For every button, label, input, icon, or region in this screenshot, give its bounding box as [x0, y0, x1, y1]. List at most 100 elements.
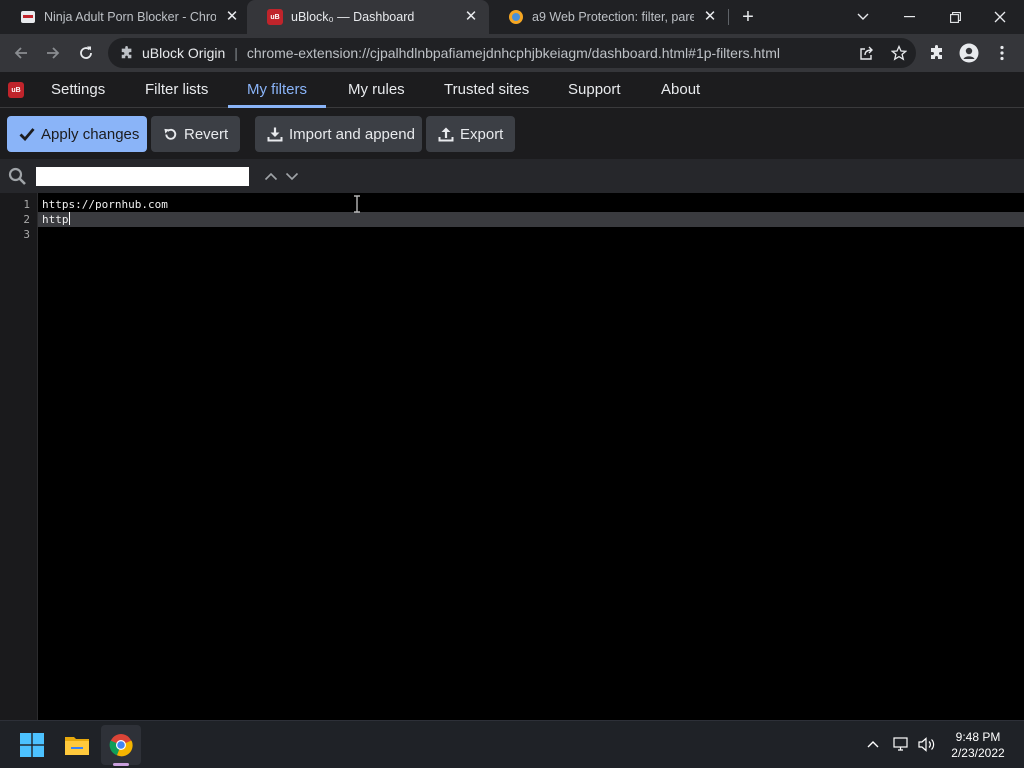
- revert-label: Revert: [184, 125, 229, 143]
- show-hidden-icons-button[interactable]: [863, 734, 883, 754]
- browser-menu-button[interactable]: [988, 39, 1016, 67]
- tab-a9-web-protection[interactable]: a9 Web Protection: filter, parenta ✕: [488, 0, 728, 34]
- restore-icon: [949, 11, 961, 23]
- editor-line-active[interactable]: http: [38, 212, 1024, 227]
- chevron-up-icon: [867, 741, 879, 748]
- omnibox-actions: [852, 38, 916, 68]
- apply-changes-label: Apply changes: [41, 125, 140, 143]
- star-icon: [891, 45, 907, 61]
- tab-filter-lists[interactable]: Filter lists: [126, 72, 227, 108]
- forward-button[interactable]: [39, 39, 67, 67]
- line-number-gutter: 1 2 3: [0, 193, 38, 720]
- extension-puzzle-icon: [931, 45, 942, 59]
- apply-changes-button[interactable]: Apply changes: [7, 116, 147, 152]
- line-number: 2: [23, 213, 30, 226]
- extensions-button[interactable]: [923, 39, 951, 67]
- chevron-down-icon: [857, 13, 869, 20]
- editor-line[interactable]: [38, 227, 1024, 242]
- minimize-icon: [903, 16, 915, 18]
- revert-button[interactable]: Revert: [151, 116, 240, 152]
- tab-ublock-dashboard[interactable]: uB uBlock₀ — Dashboard ✕: [247, 0, 489, 34]
- tab-settings[interactable]: Settings: [32, 72, 124, 108]
- site-name: uBlock Origin: [142, 45, 226, 61]
- share-button[interactable]: [852, 38, 882, 68]
- checkmark-icon: [19, 128, 35, 141]
- reload-icon: [80, 46, 92, 59]
- extension-puzzle-icon: [121, 46, 132, 59]
- ublock-favicon: uB: [267, 9, 283, 25]
- tab-close-icon[interactable]: ✕: [224, 9, 240, 25]
- windows-taskbar: 9:48 PM 2/23/2022: [0, 720, 1024, 768]
- profile-button[interactable]: [955, 39, 983, 67]
- tab-close-icon[interactable]: ✕: [463, 9, 479, 25]
- clock-time: 9:48 PM: [955, 730, 1001, 744]
- tab-support[interactable]: Support: [549, 72, 640, 108]
- export-label: Export: [460, 125, 504, 143]
- undo-icon: [164, 128, 177, 140]
- tab-title: Ninja Adult Porn Blocker - Chron: [44, 10, 216, 24]
- line-number: 3: [23, 228, 30, 241]
- filter-editor[interactable]: 1 2 3 https://pornhub.com http: [0, 193, 1024, 720]
- new-tab-button[interactable]: +: [737, 6, 759, 28]
- volume-tray-icon[interactable]: [917, 734, 937, 754]
- search-icon: [8, 167, 26, 185]
- tab-my-filters[interactable]: My filters: [228, 72, 326, 108]
- search-input[interactable]: [36, 167, 249, 186]
- editor-line[interactable]: https://pornhub.com: [38, 197, 1024, 212]
- ublock-logo: uB: [8, 82, 24, 98]
- search-next-button[interactable]: [283, 168, 301, 184]
- tab-title: uBlock₀ — Dashboard: [291, 10, 415, 24]
- file-explorer-button[interactable]: [57, 725, 97, 765]
- arrow-left-icon: [14, 47, 27, 59]
- share-icon: [860, 46, 873, 60]
- windows-logo-icon: [20, 733, 44, 757]
- arrow-right-icon: [47, 47, 60, 59]
- ninja-blocker-favicon: [21, 11, 35, 23]
- tab-ninja-blocker[interactable]: Ninja Adult Porn Blocker - Chron ✕: [0, 0, 250, 34]
- tab-search-button[interactable]: [841, 0, 885, 34]
- ibeam-cursor-icon: [354, 195, 360, 213]
- restore-button[interactable]: [933, 0, 977, 34]
- tab-my-rules[interactable]: My rules: [329, 72, 424, 108]
- address-bar[interactable]: uBlock Origin | chrome-extension://cjpal…: [108, 38, 916, 68]
- tab-title: a9 Web Protection: filter, parenta: [532, 10, 694, 24]
- chrome-icon: [109, 734, 133, 757]
- a9-favicon: [509, 10, 523, 24]
- tab-strip: Ninja Adult Porn Blocker - Chron ✕ uB uB…: [0, 0, 1024, 34]
- network-icon: [892, 736, 908, 751]
- minimize-button[interactable]: [887, 0, 931, 34]
- active-app-indicator: [113, 763, 129, 766]
- system-clock[interactable]: 9:48 PM 2/23/2022: [940, 729, 1016, 761]
- upload-icon: [438, 127, 454, 142]
- back-button[interactable]: [7, 39, 35, 67]
- more-vert-icon: [1000, 45, 1004, 61]
- start-button[interactable]: [12, 725, 52, 765]
- filter-actions-bar: Apply changes Revert Import and append E…: [0, 108, 1024, 159]
- tab-separator: [728, 9, 729, 25]
- close-window-button[interactable]: [978, 0, 1022, 34]
- reload-button[interactable]: [72, 39, 100, 67]
- import-append-label: Import and append: [289, 125, 415, 143]
- search-previous-button[interactable]: [262, 168, 280, 184]
- folder-icon: [65, 737, 89, 755]
- close-icon: [994, 11, 1006, 23]
- volume-icon: [918, 736, 935, 752]
- download-icon: [267, 127, 283, 142]
- tab-about[interactable]: About: [642, 72, 719, 108]
- chrome-taskbar-button[interactable]: [101, 725, 141, 765]
- chevron-down-icon: [285, 172, 299, 180]
- clock-date: 2/23/2022: [951, 746, 1005, 760]
- browser-toolbar: uBlock Origin | chrome-extension://cjpal…: [0, 34, 1024, 72]
- line-text: https://pornhub.com: [42, 198, 168, 211]
- chevron-up-icon: [264, 172, 278, 180]
- editor-search-bar: [0, 159, 1024, 193]
- dashboard-nav: uB Settings Filter lists My filters My r…: [0, 72, 1024, 108]
- tab-trusted-sites[interactable]: Trusted sites: [425, 72, 548, 108]
- tab-close-icon[interactable]: ✕: [702, 9, 718, 25]
- text-cursor: [68, 212, 70, 225]
- bookmark-button[interactable]: [882, 38, 916, 68]
- import-append-button[interactable]: Import and append: [255, 116, 422, 152]
- url-text: chrome-extension://cjpalhdlnbpafiamejdnh…: [246, 45, 780, 61]
- export-button[interactable]: Export: [426, 116, 515, 152]
- network-tray-icon[interactable]: [891, 734, 911, 754]
